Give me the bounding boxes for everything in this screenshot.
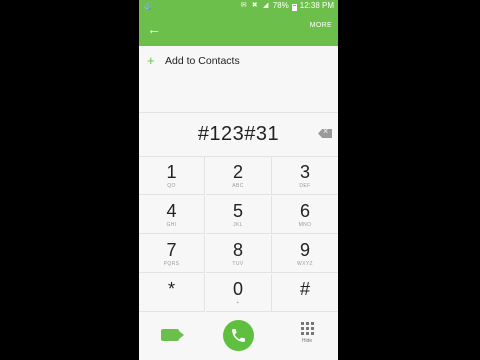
status-bar: ⚓ ✉ ✖ ◢ 78% 12:38 PM — [139, 0, 338, 12]
dial-key-digit: 1 — [166, 162, 177, 182]
battery-icon — [291, 3, 297, 11]
plus-icon: + — [147, 53, 155, 68]
dial-key[interactable]: 1 QO — [139, 157, 205, 195]
dial-key-digit: 8 — [232, 240, 243, 260]
nfc-icon: ✉ — [240, 2, 247, 9]
status-time: 12:38 PM — [299, 1, 334, 10]
video-call-icon[interactable] — [161, 329, 184, 341]
add-to-contacts-row[interactable]: + Add to Contacts — [139, 48, 338, 74]
number-display: #123#31 — [139, 112, 338, 157]
dial-key[interactable]: 5 JKL — [205, 196, 272, 234]
add-to-contacts-label: Add to Contacts — [165, 55, 240, 67]
phone-icon — [232, 329, 245, 342]
phone-screen: ⚓ ✉ ✖ ◢ 78% 12:38 PM ← MORE + Add to Con… — [139, 0, 338, 360]
dial-key[interactable]: 0 + — [205, 274, 272, 312]
dial-key-digit: 9 — [299, 240, 310, 260]
dial-key[interactable]: 4 GHI — [139, 196, 205, 234]
dial-key-letters: WXYZ — [296, 261, 314, 267]
app-bar: ← MORE — [139, 12, 338, 46]
dial-key-digit: 2 — [232, 162, 243, 182]
dial-key-digit: 5 — [232, 201, 243, 221]
dial-pad: 1 QO 2 ABC 3 DEF 4 GHI 5 JKL 6 MNO 7 PQRS 8 TUV 9 WXYZ * 0 +… — [139, 156, 338, 313]
dial-key-digit: 6 — [299, 201, 310, 221]
dialpad-icon — [297, 322, 317, 335]
dial-key[interactable]: 7 PQRS — [139, 235, 205, 273]
more-button[interactable]: MORE — [310, 22, 332, 29]
dial-key[interactable]: 8 TUV — [205, 235, 272, 273]
dial-key-letters: DEF — [299, 183, 311, 189]
dial-key-digit: * — [167, 279, 175, 299]
dial-key-digit: 0 — [232, 279, 243, 299]
hide-keypad-button[interactable]: Hide — [297, 322, 317, 344]
dial-key-letters: + — [236, 300, 240, 306]
bottom-bar: Hide — [139, 312, 338, 360]
hide-label: Hide — [301, 338, 313, 344]
dial-key-letters: MNO — [298, 222, 312, 228]
dial-key-letters: JKL — [233, 222, 243, 228]
back-arrow-icon[interactable]: ← — [145, 20, 163, 38]
battery-percent: 78% — [272, 1, 289, 10]
dial-key[interactable]: # — [272, 274, 338, 312]
dial-key-letters: TUV — [232, 261, 244, 267]
call-button[interactable] — [223, 320, 254, 351]
dial-key-letters: GHI — [166, 222, 177, 228]
dial-key-letters: ABC — [232, 183, 244, 189]
dial-key[interactable]: 6 MNO — [272, 196, 338, 234]
signal-icon: ◢ — [263, 2, 269, 9]
dial-key-digit: 7 — [166, 240, 177, 260]
dial-key-digit: 3 — [299, 162, 310, 182]
mute-icon: ✖ — [251, 2, 258, 9]
dial-key-digit: # — [299, 279, 310, 299]
dial-key-digit: 4 — [166, 201, 177, 221]
dial-key[interactable]: * — [139, 274, 205, 312]
dialed-number: #123#31 — [197, 123, 280, 145]
dial-key-letters: PQRS — [163, 261, 180, 267]
usb-icon: ⚓ — [143, 1, 153, 10]
dial-key-letters: QO — [167, 183, 176, 189]
dial-key[interactable]: 9 WXYZ — [272, 235, 338, 273]
dial-key[interactable]: 2 ABC — [205, 157, 272, 195]
dial-key[interactable]: 3 DEF — [272, 157, 338, 195]
status-right: ✉ ✖ ◢ 78% 12:38 PM — [240, 0, 334, 12]
